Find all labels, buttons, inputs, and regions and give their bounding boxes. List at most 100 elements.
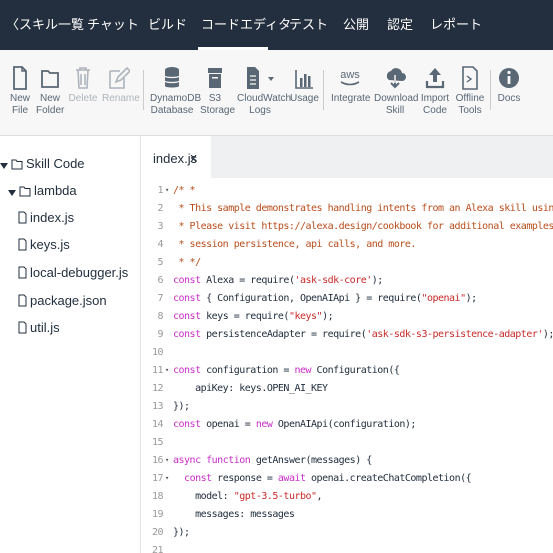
edit-icon: [109, 66, 130, 89]
nav-code-editor[interactable]: コードエディタ: [201, 14, 291, 33]
download-icon: [386, 68, 406, 89]
line-number: 10: [151, 347, 164, 358]
code-line[interactable]: 20});: [141, 524, 553, 541]
upload-icon: [425, 68, 445, 89]
tree-file-package-json[interactable]: package.json: [18, 293, 107, 308]
code-text: const Alexa = require('ask-sdk-core');: [173, 275, 383, 286]
line-number: 14: [151, 419, 164, 430]
nav-reports[interactable]: レポート: [430, 14, 482, 33]
line-number: 15: [151, 437, 164, 448]
code-text: apiKey: keys.OPEN_AI_KEY: [173, 383, 328, 394]
line-number: 1: [157, 185, 163, 196]
code-line[interactable]: 15: [141, 434, 553, 451]
docs-label: Docs: [497, 93, 521, 104]
code-line[interactable]: 8 const keys = require("keys");: [141, 308, 553, 325]
line-number: 19: [151, 509, 164, 520]
new-folder-button[interactable]: New Folder: [36, 66, 64, 117]
import-code-button[interactable]: Import Code: [419, 66, 451, 117]
docs-button[interactable]: Docs: [496, 66, 522, 105]
tree-file-keys-js[interactable]: keys.js: [18, 237, 70, 252]
tree-file-label: local-debugger.js: [30, 265, 129, 280]
code-line[interactable]: 2 * This sample demonstrates handling in…: [141, 200, 553, 217]
code-line[interactable]: 14 const openai = new OpenAIApi(configura…: [141, 416, 553, 433]
integrate-button[interactable]: aws Integrate: [331, 66, 371, 105]
line-number: 21: [151, 545, 164, 553]
code-line[interactable]: 13});: [141, 398, 553, 415]
code-line[interactable]: 21: [141, 542, 553, 553]
dynamodb-button[interactable]: DynamoDB Database: [150, 66, 201, 117]
code-line[interactable]: 6 const Alexa = require('ask-sdk-core');: [141, 272, 553, 289]
code-line[interactable]: 12 apiKey: keys.OPEN_AI_KEY: [141, 380, 553, 397]
tree-folder-lambda[interactable]: lambda: [8, 183, 77, 198]
tree-file-util-js[interactable]: util.js: [18, 320, 60, 335]
nav-chat[interactable]: チャット: [87, 14, 139, 33]
caret-down-icon: [8, 190, 16, 196]
file-tree: Skill Code lambda index.js keys.js local…: [0, 136, 140, 553]
code-line[interactable]: 10: [141, 344, 553, 361]
usage-button[interactable]: Usage: [290, 66, 319, 105]
cloudwatch-logs-button[interactable]: CloudWatch Logs: [237, 66, 291, 117]
code-line[interactable]: 16 ▾ async function getAnswer(messages) {: [141, 452, 553, 469]
offline-tools-label: Offline Tools: [455, 93, 485, 116]
download-skill-label: Download Skill: [374, 93, 419, 116]
fold-toggle-icon[interactable]: ▾: [165, 452, 169, 469]
rename-button[interactable]: Rename: [102, 66, 140, 105]
code-area[interactable]: 1 ▾/* * 2 * This sample demonstrates handl…: [141, 182, 553, 553]
file-icon: [18, 266, 27, 279]
code-line[interactable]: 19 messages: messages: [141, 506, 553, 523]
nav-certification[interactable]: 認定: [387, 14, 413, 33]
tree-file-index-js[interactable]: index.js: [18, 210, 74, 225]
new-file-button[interactable]: New File: [6, 66, 34, 117]
editor-tab-index-js[interactable]: index.js x: [141, 136, 211, 178]
tree-root-skill-code[interactable]: Skill Code: [0, 156, 85, 171]
code-text: model: "gpt-3.5-turbo",: [173, 491, 323, 502]
fold-toggle-icon[interactable]: ▾: [165, 470, 169, 487]
tree-file-label: util.js: [30, 320, 60, 335]
tree-file-local-debugger-js[interactable]: local-debugger.js: [18, 265, 128, 280]
folder-icon: [19, 186, 31, 197]
nav-publish[interactable]: 公開: [343, 14, 369, 33]
close-icon[interactable]: x: [190, 151, 197, 165]
line-number: 7: [157, 293, 163, 304]
line-number: 18: [151, 491, 164, 502]
logs-icon: [247, 67, 274, 89]
line-number: 17: [151, 473, 164, 484]
code-line[interactable]: 5 * */: [141, 254, 553, 271]
delete-label: Delete: [68, 93, 98, 104]
bar-chart-icon: [295, 70, 313, 89]
code-line[interactable]: 3 * Please visit https://alexa.design/co…: [141, 218, 553, 235]
nav-build[interactable]: ビルド: [148, 14, 187, 33]
code-text: async function getAnswer(messages) {: [173, 455, 372, 466]
code-line[interactable]: 17 ▾ const response = await openai.create…: [141, 470, 553, 487]
code-line[interactable]: 11 ▾ const configuration = new Configurati…: [141, 362, 553, 379]
tree-file-label: package.json: [30, 293, 107, 308]
dynamodb-label: DynamoDB Database: [150, 93, 202, 116]
nav-test[interactable]: テスト: [289, 14, 328, 33]
code-line[interactable]: 1 ▾ /* *: [141, 182, 553, 199]
download-skill-button[interactable]: Download Skill: [374, 66, 419, 117]
code-text: * Please visit https://alexa.design/cook…: [178, 221, 553, 232]
caret-down-icon: [0, 163, 8, 169]
s3-storage-label: S3 Storage: [200, 93, 236, 116]
code-line[interactable]: 18 model: "gpt-3.5-turbo",: [141, 488, 553, 505]
code-line[interactable]: 9 const persistenceAdapter = require('ask…: [141, 326, 553, 343]
editor-tab-bar: index.js x: [141, 136, 553, 178]
tree-root-label: Skill Code: [26, 156, 85, 171]
code-editor: index.js x 1 ▾/* * 2 * This sample demonst…: [140, 136, 553, 553]
code-line[interactable]: 4 * session persistence, api calls, and …: [141, 236, 553, 253]
line-number: 2: [157, 203, 163, 214]
line-number: 3: [157, 221, 163, 232]
fold-toggle-icon[interactable]: ▾: [165, 182, 169, 199]
code-text: const keys = require("keys");: [173, 311, 334, 322]
offline-tools-button[interactable]: Offline Tools: [455, 66, 485, 117]
terminal-icon: [462, 66, 478, 90]
nav-skill-list[interactable]: 〈スキル一覧: [6, 14, 84, 33]
code-text: messages: messages: [173, 509, 295, 520]
fold-toggle-icon[interactable]: ▾: [165, 362, 169, 379]
code-text: });: [173, 401, 190, 412]
storage-icon: [208, 68, 222, 88]
s3-storage-button[interactable]: S3 Storage: [200, 66, 235, 117]
code-line[interactable]: 7 const { Configuration, OpenAIApi } = re…: [141, 290, 553, 307]
delete-button[interactable]: Delete: [68, 66, 98, 105]
integrate-label: Integrate: [331, 93, 371, 104]
